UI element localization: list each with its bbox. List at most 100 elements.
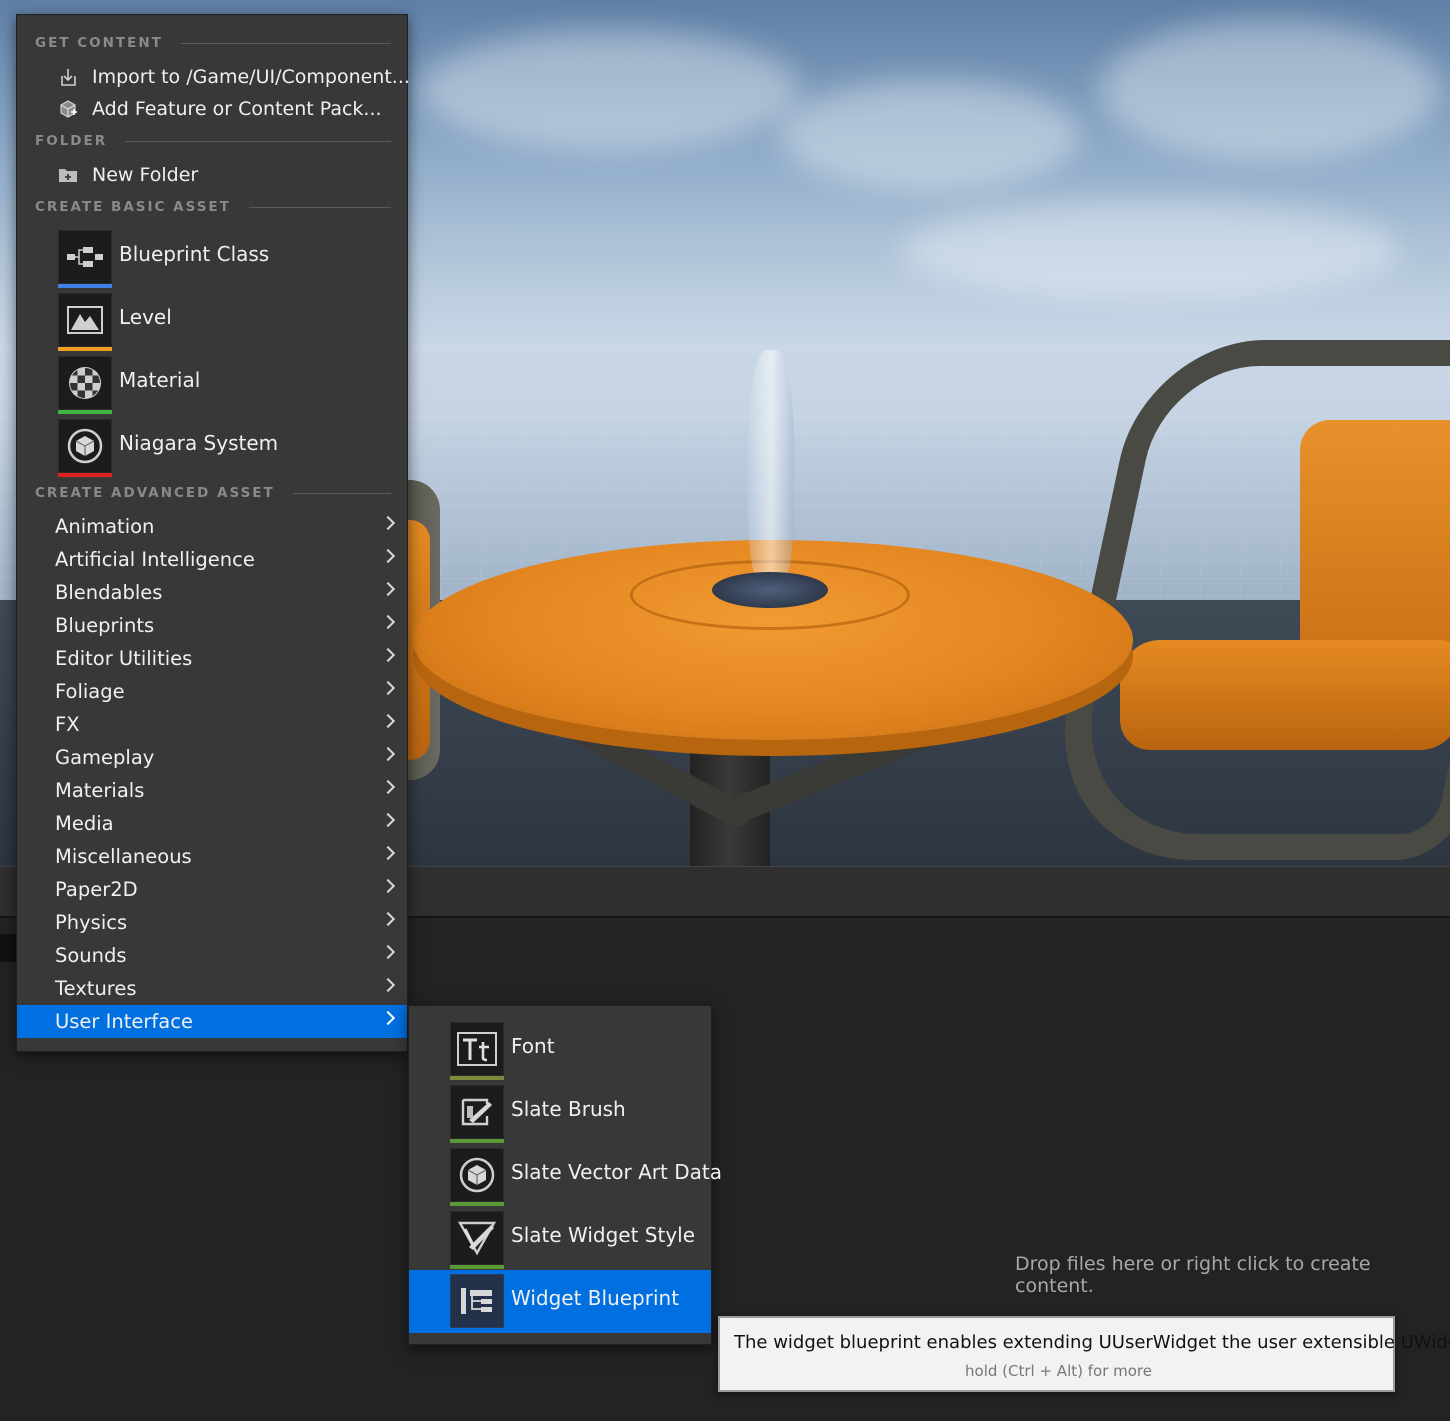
section-label: FOLDER bbox=[35, 133, 108, 149]
menu-item-label: Blueprints bbox=[55, 614, 155, 637]
chevron-right-icon bbox=[380, 614, 396, 630]
context-menu: GET CONTENT Import to /Game/UI/Component… bbox=[16, 14, 410, 1052]
menu-item-artificial-intelligence[interactable]: Artificial Intelligence bbox=[17, 543, 407, 576]
asset-color-bar bbox=[58, 410, 112, 414]
slate-vector-art-icon bbox=[450, 1148, 504, 1202]
section-divider bbox=[180, 42, 391, 44]
asset-color-bar bbox=[450, 1265, 504, 1269]
menu-item-niagara-system[interactable]: Niagara System bbox=[17, 419, 407, 482]
chevron-right-icon bbox=[380, 1010, 396, 1026]
menu-item-animation[interactable]: Animation bbox=[17, 510, 407, 543]
section-create-basic-asset: CREATE BASIC ASSET bbox=[35, 197, 391, 217]
menu-item-paper2d[interactable]: Paper2D bbox=[17, 873, 407, 906]
menu-item-import[interactable]: Import to /Game/UI/Component... bbox=[57, 62, 410, 92]
section-label: CREATE ADVANCED ASSET bbox=[35, 485, 275, 501]
font-icon bbox=[450, 1022, 504, 1076]
tooltip-hint: hold (Ctrl + Alt) for more bbox=[965, 1362, 1152, 1380]
menu-item-blueprints[interactable]: Blueprints bbox=[17, 609, 407, 642]
content-pack-icon bbox=[57, 98, 79, 120]
menu-item-label: Add Feature or Content Pack... bbox=[92, 98, 382, 120]
asset-label: Slate Brush bbox=[511, 1097, 626, 1121]
chevron-right-icon bbox=[380, 680, 396, 696]
menu-item-label: FX bbox=[55, 713, 80, 736]
menu-item-label: Foliage bbox=[55, 680, 125, 703]
cloud bbox=[1100, 20, 1440, 160]
menu-item-label: Miscellaneous bbox=[55, 845, 192, 868]
chevron-right-icon bbox=[380, 746, 396, 762]
menu-item-physics[interactable]: Physics bbox=[17, 906, 407, 939]
menu-item-materials[interactable]: Materials bbox=[17, 774, 407, 807]
section-divider bbox=[248, 206, 391, 208]
menu-item-label: Artificial Intelligence bbox=[55, 548, 255, 571]
material-icon bbox=[58, 356, 112, 410]
chevron-right-icon bbox=[380, 878, 396, 894]
asset-label: Material bbox=[119, 368, 201, 392]
menu-item-label: Physics bbox=[55, 911, 128, 934]
menu-item-new-folder[interactable]: New Folder bbox=[57, 160, 198, 190]
new-folder-icon bbox=[57, 164, 79, 186]
asset-label: Slate Widget Style bbox=[511, 1223, 696, 1247]
section-divider bbox=[292, 492, 391, 494]
asset-color-bar bbox=[58, 284, 112, 288]
submenu-item-slate-brush[interactable]: Slate Brush bbox=[409, 1085, 711, 1148]
cloud bbox=[420, 30, 800, 150]
niagara-system-icon bbox=[58, 419, 112, 473]
menu-item-level[interactable]: Level bbox=[17, 293, 407, 356]
chevron-right-icon bbox=[380, 548, 396, 564]
tooltip: The widget blueprint enables extending U… bbox=[718, 1316, 1450, 1392]
widget-blueprint-icon bbox=[450, 1274, 504, 1328]
menu-item-sounds[interactable]: Sounds bbox=[17, 939, 407, 972]
menu-item-label: Editor Utilities bbox=[55, 647, 193, 670]
chevron-right-icon bbox=[380, 845, 396, 861]
cloud bbox=[780, 80, 1080, 190]
import-icon bbox=[57, 66, 79, 88]
menu-item-foliage[interactable]: Foliage bbox=[17, 675, 407, 708]
menu-item-label: Blendables bbox=[55, 581, 163, 604]
section-label: GET CONTENT bbox=[35, 35, 163, 51]
asset-color-bar bbox=[58, 347, 112, 351]
asset-color-bar bbox=[450, 1202, 504, 1206]
slate-brush-icon bbox=[450, 1085, 504, 1139]
menu-item-textures[interactable]: Textures bbox=[17, 972, 407, 1005]
asset-color-bar bbox=[450, 1139, 504, 1143]
level-icon bbox=[58, 293, 112, 347]
menu-item-label: New Folder bbox=[92, 164, 199, 186]
content-browser-splitter[interactable] bbox=[0, 934, 16, 962]
chevron-right-icon bbox=[380, 812, 396, 828]
menu-item-label: Textures bbox=[55, 977, 137, 1000]
menu-item-label: Animation bbox=[55, 515, 155, 538]
chevron-right-icon bbox=[380, 515, 396, 531]
blueprint-class-icon bbox=[58, 230, 112, 284]
menu-item-label: Paper2D bbox=[55, 878, 138, 901]
asset-label: Slate Vector Art Data bbox=[511, 1160, 722, 1184]
menu-item-editor-utilities[interactable]: Editor Utilities bbox=[17, 642, 407, 675]
menu-item-label: Media bbox=[55, 812, 114, 835]
menu-item-user-interface[interactable]: User Interface bbox=[17, 1005, 407, 1038]
submenu-item-font[interactable]: Font bbox=[409, 1022, 711, 1085]
tooltip-text: The widget blueprint enables extending U… bbox=[734, 1332, 1450, 1353]
chair-right-seat bbox=[1120, 640, 1450, 750]
user-interface-submenu: Font Slate Brush Slate Vector Art Data S… bbox=[408, 1005, 722, 1345]
asset-label: Widget Blueprint bbox=[511, 1286, 680, 1310]
section-folder: FOLDER bbox=[35, 131, 391, 151]
menu-item-miscellaneous[interactable]: Miscellaneous bbox=[17, 840, 407, 873]
menu-item-media[interactable]: Media bbox=[17, 807, 407, 840]
menu-item-label: Materials bbox=[55, 779, 145, 802]
menu-item-blueprint-class[interactable]: Blueprint Class bbox=[17, 230, 407, 293]
submenu-item-widget-blueprint[interactable]: Widget Blueprint bbox=[409, 1270, 711, 1333]
menu-item-label: Import to /Game/UI/Component... bbox=[92, 66, 410, 88]
chevron-right-icon bbox=[380, 713, 396, 729]
menu-item-label: Sounds bbox=[55, 944, 127, 967]
submenu-item-slate-widget-style[interactable]: Slate Widget Style bbox=[409, 1211, 711, 1274]
submenu-item-slate-vector-art-data[interactable]: Slate Vector Art Data bbox=[409, 1148, 722, 1211]
menu-item-blendables[interactable]: Blendables bbox=[17, 576, 407, 609]
menu-item-label: User Interface bbox=[55, 1010, 193, 1033]
section-get-content: GET CONTENT bbox=[35, 33, 391, 53]
section-create-advanced-asset: CREATE ADVANCED ASSET bbox=[35, 483, 391, 503]
menu-item-add-feature[interactable]: Add Feature or Content Pack... bbox=[57, 94, 382, 124]
menu-item-material[interactable]: Material bbox=[17, 356, 407, 419]
asset-label: Level bbox=[119, 305, 172, 329]
menu-item-gameplay[interactable]: Gameplay bbox=[17, 741, 407, 774]
vase-base bbox=[712, 572, 828, 608]
menu-item-fx[interactable]: FX bbox=[17, 708, 407, 741]
